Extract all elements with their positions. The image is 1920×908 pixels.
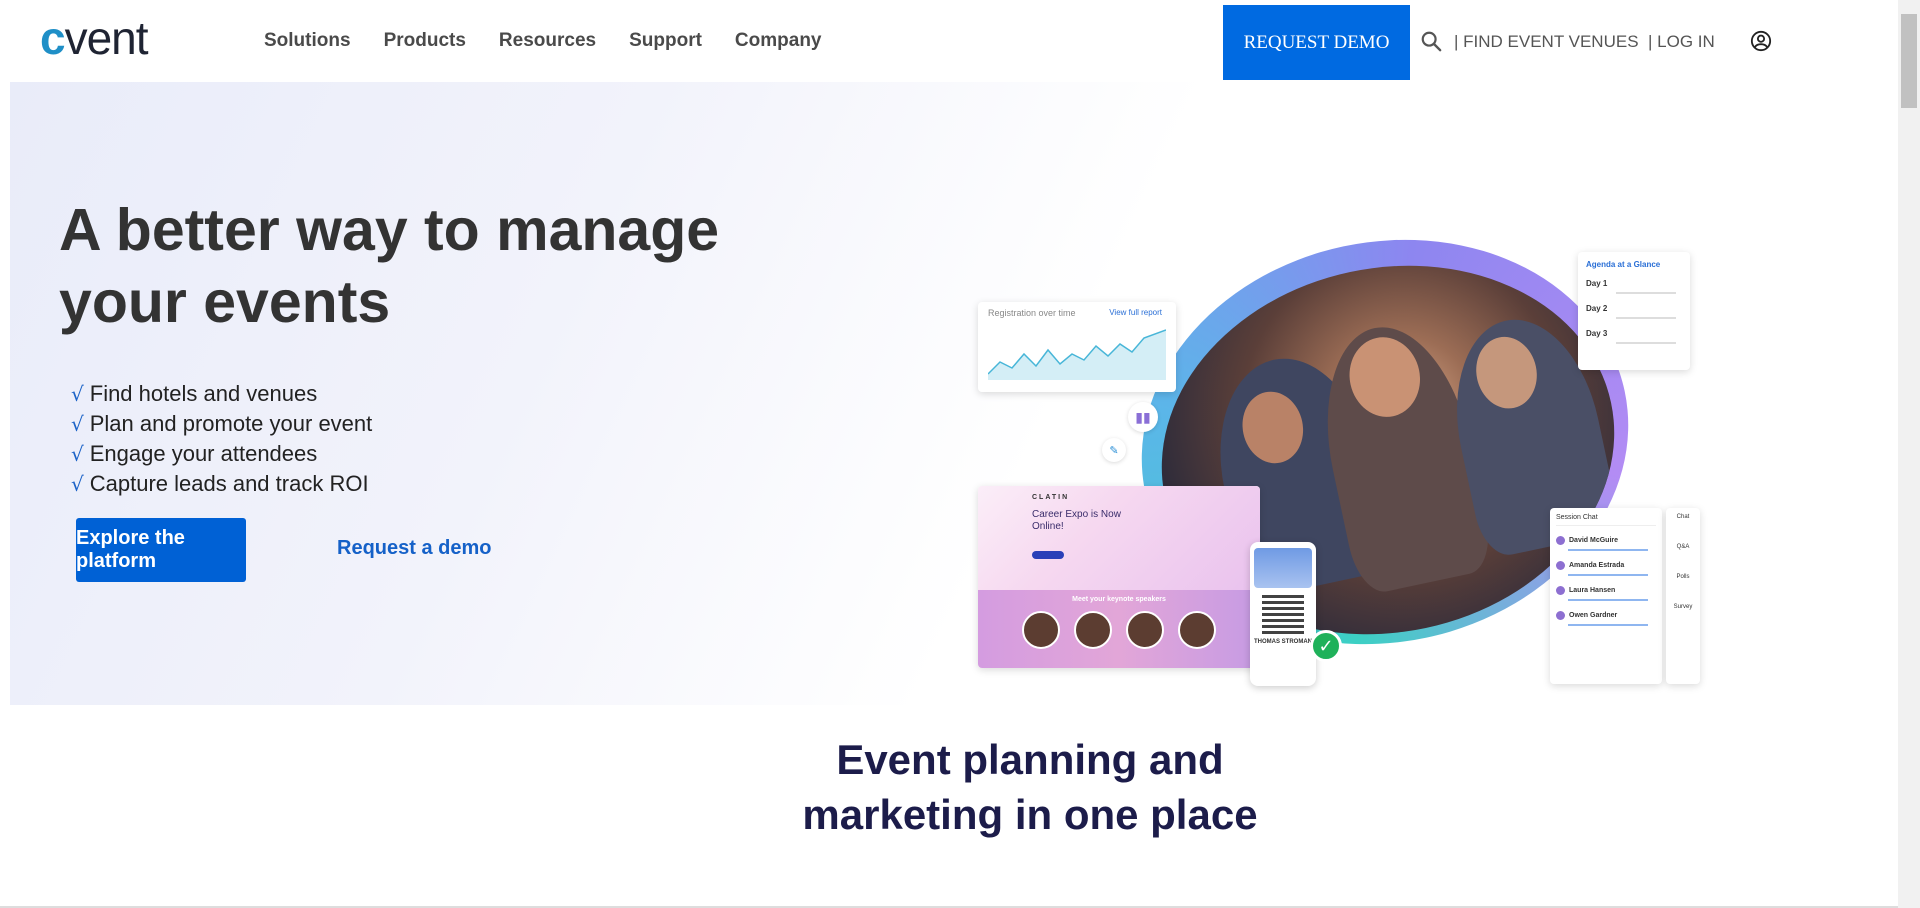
list-item: √ Plan and promote your event	[71, 409, 372, 439]
feature-text: Capture leads and track ROI	[89, 471, 369, 496]
section-title: Event planning and marketing in one plac…	[0, 732, 1920, 842]
nav-resources[interactable]: Resources	[499, 30, 596, 52]
expo-title: Career Expo is Now Online!	[1032, 509, 1121, 532]
list-item: √ Find hotels and venues	[71, 379, 372, 409]
expo-subtitle: Meet your keynote speakers	[1072, 596, 1166, 603]
checkmark-icon: √	[71, 412, 84, 436]
view-report-link: View full report	[1109, 308, 1162, 317]
registration-sparkline	[987, 329, 1167, 380]
speaker-avatar	[1178, 611, 1216, 649]
agenda-day: Day 1	[1586, 279, 1608, 288]
tool-qa: Q&A	[1676, 544, 1690, 550]
speaker-avatar	[1074, 611, 1112, 649]
explore-platform-button[interactable]: Explore the platform	[76, 518, 246, 582]
poll-chart-icon: ▮▮	[1128, 402, 1158, 432]
agenda-line	[1616, 317, 1676, 319]
agenda-day: Day 3	[1586, 329, 1608, 338]
tool-survey: Survey	[1673, 604, 1693, 610]
section-title-line2: marketing in one place	[802, 791, 1258, 838]
request-demo-button[interactable]: REQUEST DEMO	[1223, 5, 1410, 80]
hero-title: A better way to manage your events	[59, 197, 720, 335]
tool-chat: Chat	[1676, 514, 1690, 520]
chat-user: Owen Gardner	[1569, 612, 1618, 619]
career-expo-card: CLATIN Career Expo is Now Online! Meet y…	[978, 486, 1260, 668]
speaker-avatar	[1126, 611, 1164, 649]
main-nav: Solutions Products Resources Support Com…	[264, 30, 822, 52]
cvent-logo[interactable]: cvent	[40, 12, 149, 64]
feature-text: Plan and promote your event	[89, 411, 373, 436]
chat-user: Laura Hansen	[1569, 587, 1616, 594]
nav-products[interactable]: Products	[384, 30, 466, 52]
avatar	[1556, 561, 1565, 570]
list-item: √ Engage your attendees	[71, 439, 372, 469]
expo-banner: CLATIN Career Expo is Now Online!	[978, 486, 1260, 590]
edit-icon: ✎	[1102, 438, 1126, 462]
feature-text: Find hotels and venues	[89, 381, 318, 406]
badge-name: THOMAS STROMAN	[1254, 639, 1312, 645]
checkmark-icon: √	[71, 382, 84, 406]
expo-speakers: Meet your keynote speakers	[978, 590, 1260, 668]
agenda-line	[1616, 292, 1676, 294]
agenda-title: Agenda at a Glance	[1586, 260, 1661, 269]
agenda-line	[1616, 342, 1676, 344]
qr-code-icon	[1262, 592, 1304, 634]
chat-message: Laura Hansen	[1556, 586, 1656, 601]
chat-message: Owen Gardner	[1556, 611, 1656, 626]
session-chat-card: Session Chat David McGuire Amanda Estrad…	[1550, 508, 1662, 684]
logo-text: cvent	[40, 12, 149, 64]
logo-mark: c	[40, 12, 66, 64]
speaker-list	[978, 611, 1260, 649]
chat-message: Amanda Estrada	[1556, 561, 1656, 576]
expo-register-button	[1032, 551, 1064, 559]
speaker-avatar	[1022, 611, 1060, 649]
engagement-tools-card: Chat Q&A Polls Survey	[1666, 508, 1700, 684]
chat-user: David McGuire	[1569, 537, 1619, 544]
badge-phone: THOMAS STROMAN	[1250, 542, 1316, 686]
list-item: √ Capture leads and track ROI	[71, 469, 372, 499]
session-chat-title: Session Chat	[1556, 514, 1656, 526]
search-icon[interactable]	[1420, 30, 1442, 52]
chat-message: David McGuire	[1556, 536, 1656, 551]
site-header: cvent Solutions Products Resources Suppo…	[0, 0, 1898, 82]
account-icon[interactable]	[1750, 30, 1772, 52]
feature-text: Engage your attendees	[89, 441, 318, 466]
tool-polls: Polls	[1676, 574, 1690, 580]
request-demo-link[interactable]: Request a demo	[337, 537, 491, 560]
nav-company[interactable]: Company	[735, 30, 822, 52]
scrollbar-thumb[interactable]	[1901, 14, 1917, 108]
avatar	[1556, 536, 1565, 545]
hero-illustration: Registration over time View full report …	[970, 195, 1700, 692]
section-title-line1: Event planning and	[836, 736, 1224, 783]
nav-solutions[interactable]: Solutions	[264, 30, 351, 52]
check-in-complete-icon: ✓	[1310, 630, 1342, 662]
vertical-scrollbar[interactable]	[1898, 0, 1920, 908]
checkmark-icon: √	[71, 442, 84, 466]
checkmark-icon: √	[71, 472, 84, 496]
log-in-link[interactable]: | LOG IN	[1648, 32, 1715, 52]
avatar	[1556, 611, 1565, 620]
hero-section: A better way to manage your events √ Find…	[10, 82, 1898, 705]
feature-list: √ Find hotels and venues √ Plan and promot…	[71, 379, 372, 499]
phone-screen	[1254, 548, 1312, 588]
agenda-day: Day 2	[1586, 304, 1608, 313]
expo-brand: CLATIN	[1032, 494, 1070, 501]
agenda-card: Agenda at a Glance Day 1 Day 2 Day 3	[1578, 252, 1690, 370]
nav-support[interactable]: Support	[629, 30, 702, 52]
avatar	[1556, 586, 1565, 595]
find-event-venues-link[interactable]: | FIND EVENT VENUES	[1454, 32, 1639, 52]
registration-chart-card: Registration over time View full report	[978, 302, 1176, 392]
chat-user: Amanda Estrada	[1569, 562, 1625, 569]
